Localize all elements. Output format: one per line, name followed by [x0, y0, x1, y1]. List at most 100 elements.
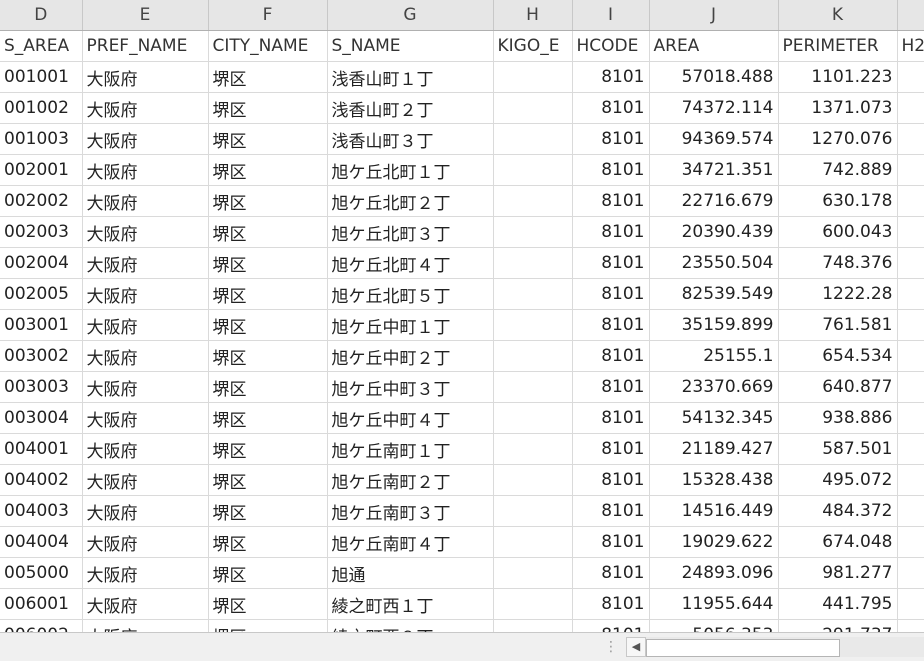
cell[interactable]: 1371.073: [778, 92, 898, 124]
cell[interactable]: 堺区: [208, 495, 328, 527]
cell[interactable]: 大阪府: [82, 123, 209, 155]
cell[interactable]: [493, 278, 573, 310]
cell[interactable]: 8101: [572, 619, 650, 632]
cell[interactable]: 1270.076: [778, 123, 898, 155]
cell[interactable]: [897, 154, 924, 186]
cell[interactable]: 001003: [0, 123, 83, 155]
cell[interactable]: 94369.574: [649, 123, 779, 155]
cell[interactable]: [493, 526, 573, 558]
cell[interactable]: KIGO_E: [493, 30, 573, 62]
cell[interactable]: 大阪府: [82, 495, 209, 527]
cell[interactable]: 003002: [0, 340, 83, 372]
cell[interactable]: 8101: [572, 433, 650, 465]
cell[interactable]: [897, 185, 924, 217]
cell[interactable]: 綾之町西１丁: [327, 588, 494, 620]
cell[interactable]: 003003: [0, 371, 83, 403]
cell[interactable]: [897, 278, 924, 310]
cell[interactable]: 8101: [572, 371, 650, 403]
column-header-D[interactable]: D: [0, 0, 83, 31]
cell[interactable]: 浅香山町３丁: [327, 123, 494, 155]
cell[interactable]: S_AREA: [0, 30, 83, 62]
cell[interactable]: 20390.439: [649, 216, 779, 248]
cell[interactable]: 004001: [0, 433, 83, 465]
cell[interactable]: 堺区: [208, 526, 328, 558]
cell[interactable]: 57018.488: [649, 61, 779, 93]
cell[interactable]: 旭ケ丘南町１丁: [327, 433, 494, 465]
cell[interactable]: 大阪府: [82, 526, 209, 558]
cell[interactable]: 大阪府: [82, 247, 209, 279]
cell[interactable]: 8101: [572, 464, 650, 496]
cell[interactable]: 600.043: [778, 216, 898, 248]
cell[interactable]: [493, 495, 573, 527]
cell[interactable]: 8101: [572, 216, 650, 248]
cell[interactable]: 34721.351: [649, 154, 779, 186]
cell[interactable]: 8101: [572, 309, 650, 341]
column-header-F[interactable]: F: [208, 0, 328, 31]
cell[interactable]: PREF_NAME: [82, 30, 209, 62]
cell[interactable]: [493, 619, 573, 632]
cell[interactable]: 大阪府: [82, 216, 209, 248]
cell[interactable]: 22716.679: [649, 185, 779, 217]
cell[interactable]: [897, 123, 924, 155]
cell[interactable]: 8101: [572, 185, 650, 217]
cell[interactable]: H2: [897, 30, 924, 62]
cell[interactable]: 441.795: [778, 588, 898, 620]
cell[interactable]: 8101: [572, 123, 650, 155]
cell[interactable]: 旭ケ丘中町２丁: [327, 340, 494, 372]
cell[interactable]: 大阪府: [82, 278, 209, 310]
cell[interactable]: 旭ケ丘北町４丁: [327, 247, 494, 279]
cell[interactable]: 8101: [572, 495, 650, 527]
triangle-left-icon[interactable]: ◀: [626, 637, 646, 657]
cell[interactable]: 堺区: [208, 278, 328, 310]
cell[interactable]: 堺区: [208, 216, 328, 248]
cell[interactable]: 堺区: [208, 557, 328, 589]
cell[interactable]: [897, 495, 924, 527]
cell[interactable]: 堺区: [208, 588, 328, 620]
cell[interactable]: 旭ケ丘南町４丁: [327, 526, 494, 558]
cell[interactable]: 003004: [0, 402, 83, 434]
cell[interactable]: [897, 61, 924, 93]
scroll-thumb[interactable]: [646, 639, 840, 657]
cell[interactable]: 旭ケ丘北町５丁: [327, 278, 494, 310]
column-header-J[interactable]: J: [649, 0, 779, 31]
cell[interactable]: 5056.353: [649, 619, 779, 632]
cell[interactable]: 002004: [0, 247, 83, 279]
cell[interactable]: 8101: [572, 154, 650, 186]
cell[interactable]: 002001: [0, 154, 83, 186]
cell[interactable]: [493, 61, 573, 93]
column-header-I[interactable]: I: [572, 0, 650, 31]
cell[interactable]: 8101: [572, 340, 650, 372]
cell[interactable]: 堺区: [208, 185, 328, 217]
cell[interactable]: 旭通: [327, 557, 494, 589]
cell[interactable]: 堺区: [208, 402, 328, 434]
cell[interactable]: 旭ケ丘南町３丁: [327, 495, 494, 527]
cell[interactable]: 1101.223: [778, 61, 898, 93]
cell[interactable]: 大阪府: [82, 433, 209, 465]
column-header-L[interactable]: [897, 0, 924, 31]
cell[interactable]: [493, 309, 573, 341]
cell[interactable]: 大阪府: [82, 464, 209, 496]
cell[interactable]: 004002: [0, 464, 83, 496]
cell[interactable]: 堺区: [208, 123, 328, 155]
cell[interactable]: 640.877: [778, 371, 898, 403]
cell[interactable]: 8101: [572, 92, 650, 124]
cell[interactable]: 旭ケ丘北町１丁: [327, 154, 494, 186]
cell[interactable]: 大阪府: [82, 371, 209, 403]
cell[interactable]: 15328.438: [649, 464, 779, 496]
cell[interactable]: 761.581: [778, 309, 898, 341]
cell[interactable]: [493, 340, 573, 372]
cell[interactable]: PERIMETER: [778, 30, 898, 62]
cell[interactable]: [897, 433, 924, 465]
cell[interactable]: 006002: [0, 619, 83, 632]
cell[interactable]: [897, 371, 924, 403]
cell[interactable]: 006001: [0, 588, 83, 620]
cell[interactable]: 堺区: [208, 619, 328, 632]
cell[interactable]: 19029.622: [649, 526, 779, 558]
cell[interactable]: 674.048: [778, 526, 898, 558]
column-header-E[interactable]: E: [82, 0, 209, 31]
cell[interactable]: 001002: [0, 92, 83, 124]
cell[interactable]: 大阪府: [82, 185, 209, 217]
column-header-G[interactable]: G: [327, 0, 494, 31]
cell[interactable]: [493, 557, 573, 589]
cell[interactable]: AREA: [649, 30, 779, 62]
